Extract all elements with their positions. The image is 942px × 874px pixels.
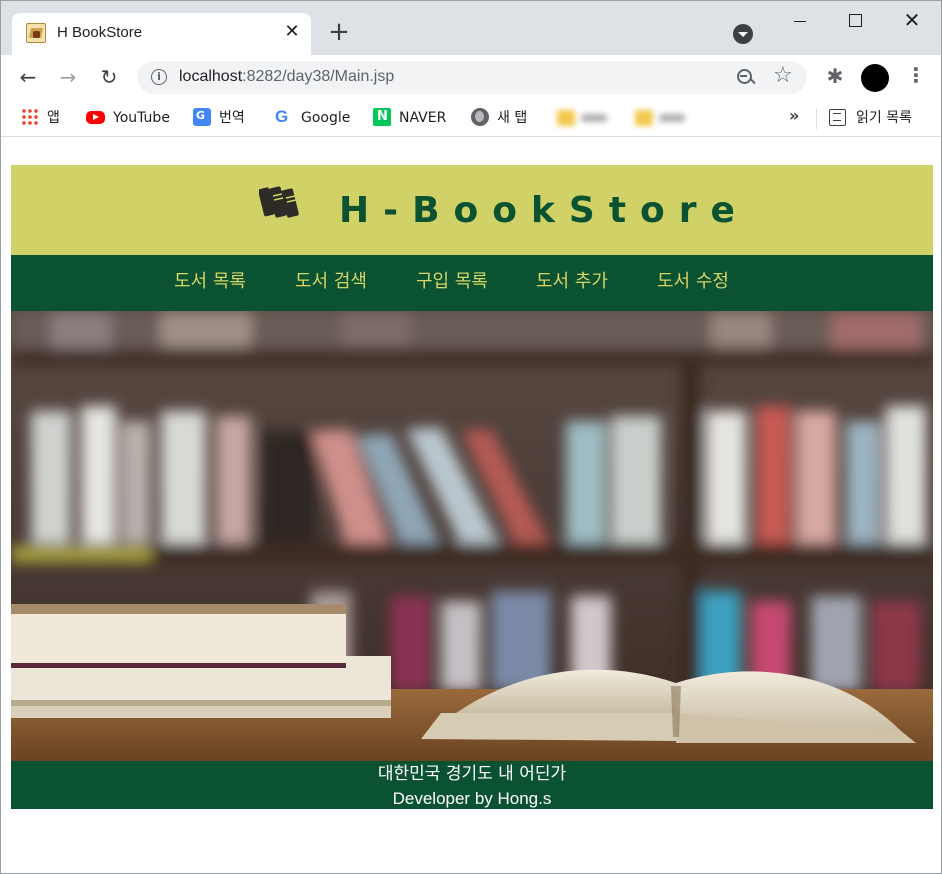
bookmark-naver[interactable]: NAVER xyxy=(373,106,446,129)
browser-toolbar: ← → ↻ i localhost:8282/day38/Main.jsp ☆ … xyxy=(1,55,941,99)
tab-strip: H BookStore ✕ + ✕ xyxy=(1,1,941,55)
apps-icon xyxy=(21,108,39,126)
nav-edit-book[interactable]: 도서 수정 xyxy=(657,270,729,294)
nav-add-book[interactable]: 도서 추가 xyxy=(536,270,608,294)
back-button[interactable]: ← xyxy=(13,62,43,92)
url-text[interactable]: localhost:8282/day38/Main.jsp xyxy=(179,68,394,86)
maximize-button[interactable] xyxy=(826,1,884,41)
bookmark-new-tab[interactable]: 새 탭 xyxy=(471,107,527,129)
tab-title: H BookStore xyxy=(57,24,143,41)
new-tab-button[interactable]: + xyxy=(323,17,355,49)
bookmark-folder-blurred-2[interactable] xyxy=(635,108,697,128)
footer-address: 대한민국 경기도 내 어딘가 xyxy=(377,764,567,784)
minimize-button[interactable] xyxy=(771,1,829,41)
info-icon[interactable]: i xyxy=(151,69,167,85)
nav-book-list[interactable]: 도서 목록 xyxy=(174,270,246,294)
library-books-illustration xyxy=(11,311,933,761)
profile-avatar[interactable] xyxy=(861,64,889,92)
naver-icon xyxy=(373,106,391,128)
bookmark-apps[interactable]: 앱 xyxy=(21,107,60,129)
books-icon xyxy=(259,186,299,218)
tab-search-icon[interactable] xyxy=(733,24,753,44)
zoom-out-icon[interactable] xyxy=(735,67,757,89)
footer-developer: Developer by Hong.s xyxy=(392,789,552,808)
favicon-icon xyxy=(26,23,46,43)
reload-button[interactable]: ↻ xyxy=(94,62,124,92)
tab-close-icon[interactable]: ✕ xyxy=(280,20,304,44)
bookmark-google[interactable]: Google xyxy=(275,106,350,129)
extensions-icon[interactable]: ✱ xyxy=(823,64,847,88)
bookmarks-divider xyxy=(816,109,817,129)
bookmark-translate[interactable]: 번역 xyxy=(193,105,245,129)
translate-icon xyxy=(193,105,211,127)
reading-list-icon xyxy=(829,109,846,126)
address-bar[interactable]: i localhost:8282/day38/Main.jsp ☆ xyxy=(137,61,807,94)
google-icon xyxy=(275,106,293,128)
bookmark-youtube[interactable]: YouTube xyxy=(86,107,170,129)
youtube-icon xyxy=(86,111,105,124)
bookstore-site: H-BookStore 도서 목록 도서 검색 구입 목록 도서 추가 도서 수… xyxy=(11,165,933,809)
reading-list-button[interactable]: 읽기 목록 xyxy=(829,107,912,129)
bookmark-star-icon[interactable]: ☆ xyxy=(773,63,793,88)
site-title: H-BookStore xyxy=(339,190,749,231)
bookmarks-bar: 앱 YouTube 번역 Google NAVER 새 탭 » 읽기 목록 xyxy=(1,99,941,137)
nav-purchase-list[interactable]: 구입 목록 xyxy=(416,270,488,294)
forward-button[interactable]: → xyxy=(53,62,83,92)
site-footer: 대한민국 경기도 내 어딘가 Developer by Hong.s xyxy=(11,761,933,809)
hero-image xyxy=(11,311,933,761)
window-close-button[interactable]: ✕ xyxy=(883,1,941,41)
bookmark-folder-blurred-1[interactable] xyxy=(557,108,619,128)
nav-book-search[interactable]: 도서 검색 xyxy=(295,270,367,294)
more-bookmarks-button[interactable]: » xyxy=(789,106,799,125)
tab-h-bookstore[interactable]: H BookStore ✕ xyxy=(12,13,311,55)
globe-icon xyxy=(471,108,489,126)
site-nav: 도서 목록 도서 검색 구입 목록 도서 추가 도서 수정 xyxy=(11,255,933,311)
page-viewport: H-BookStore 도서 목록 도서 검색 구입 목록 도서 추가 도서 수… xyxy=(1,138,941,873)
browser-menu-icon[interactable]: ⋮ xyxy=(906,64,926,86)
site-header: H-BookStore xyxy=(11,165,933,255)
browser-window: H BookStore ✕ + ✕ ← → ↻ i localhost:8282… xyxy=(0,0,942,874)
